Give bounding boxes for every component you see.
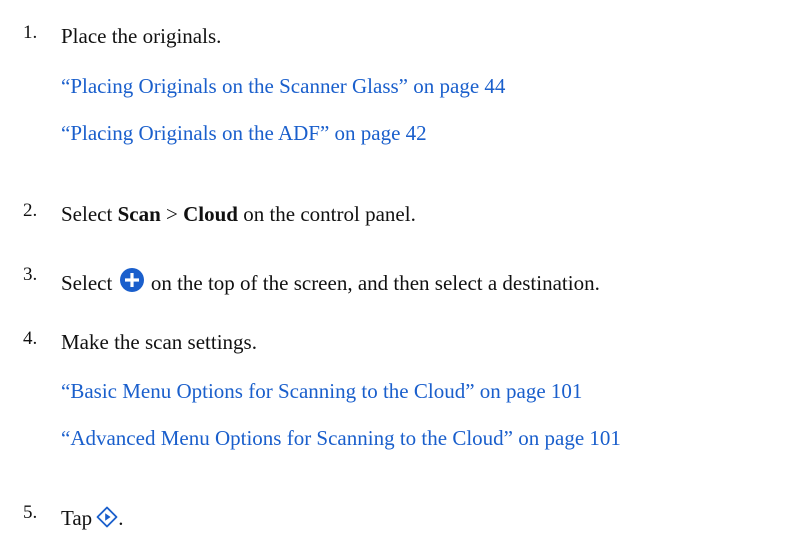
cloud-label: Cloud [183, 202, 238, 226]
step-number: 4. [23, 328, 38, 349]
select-word: Select [61, 271, 113, 295]
link-scanner-glass[interactable]: “Placing Originals on the Scanner Glass”… [61, 76, 505, 97]
step-text: Place the originals. [61, 24, 222, 48]
link-adf[interactable]: “Placing Originals on the ADF” on page 4… [61, 123, 427, 144]
tap-word: Tap [61, 506, 93, 530]
plus-circle-icon [119, 268, 144, 292]
step-text: Make the scan settings. [61, 330, 257, 354]
link-advanced-menu-options[interactable]: “Advanced Menu Options for Scanning to t… [61, 428, 621, 449]
step-tail: on the top of the screen, and then selec… [150, 271, 600, 295]
step-number: 2. [23, 200, 38, 221]
step-text: Tap . [61, 506, 123, 529]
period: . [118, 506, 124, 530]
start-diamond-icon [96, 506, 118, 528]
step-tail: on the control panel. [243, 202, 416, 226]
step-number: 1. [23, 22, 38, 43]
menu-arrow: > [166, 202, 178, 226]
link-basic-menu-options[interactable]: “Basic Menu Options for Scanning to the … [61, 381, 582, 402]
step-number: 3. [23, 264, 38, 285]
select-word: Select [61, 202, 113, 226]
step-text: Select Scan > Cloud on the control panel… [61, 204, 416, 225]
scan-label: Scan [117, 202, 161, 226]
step-text: Select on the top of the screen, and the… [61, 268, 600, 294]
step-number: 5. [23, 502, 38, 523]
